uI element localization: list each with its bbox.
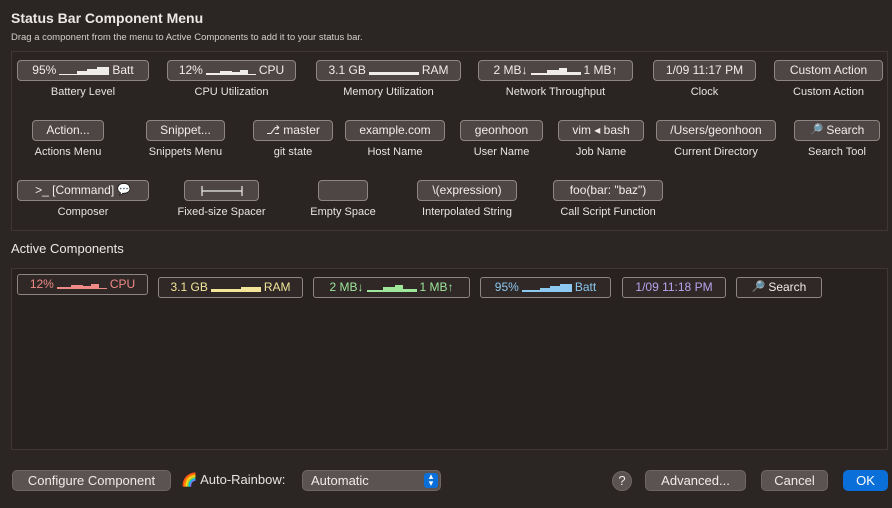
sparkline-icon [521, 284, 572, 292]
memory-utilization-component[interactable]: 3.1 GB RAM [316, 60, 461, 81]
search-icon: 🔎 [809, 124, 824, 136]
auto-rainbow-row: 🌈 Auto-Rainbow: [181, 472, 285, 488]
git-state-label: git state [273, 146, 313, 158]
search-icon: 🔎 [751, 281, 766, 293]
snippets-menu-label: Snippets Menu [148, 146, 223, 158]
memory-suffix: RAM [421, 63, 449, 77]
job-name-component[interactable]: vim ◂ bash [558, 120, 644, 141]
active-network-down: 2 MB↓ [329, 280, 364, 294]
auto-rainbow-label: Auto-Rainbow: [200, 472, 286, 487]
git-state-component[interactable]: ⎇ master [253, 120, 333, 141]
job-name-label: Job Name [575, 146, 627, 158]
empty-space-label: Empty Space [310, 206, 376, 218]
active-battery-component[interactable]: 95% Batt [480, 277, 611, 298]
sparkline-icon [530, 68, 581, 75]
actions-menu-label: Actions Menu [34, 146, 102, 158]
spacer-width-icon [200, 185, 243, 196]
cpu-utilization-component[interactable]: 12% CPU [167, 60, 296, 81]
active-cpu-suffix: CPU [109, 277, 136, 291]
memory-utilization-label: Memory Utilization [343, 86, 434, 98]
auto-rainbow-value: Automatic [311, 473, 369, 488]
battery-suffix: Batt [112, 63, 134, 77]
active-cpu-component[interactable]: 12% CPU [17, 274, 148, 295]
rainbow-icon: 🌈 [181, 472, 198, 487]
call-script-function-component[interactable]: foo(bar: "baz") [553, 180, 663, 201]
interpolated-string-component[interactable]: \(expression) [417, 180, 517, 201]
custom-action-label: Custom Action [793, 86, 864, 98]
battery-percent: 95% [32, 63, 57, 77]
composer-component[interactable]: >_ [Command] 💬 [17, 180, 149, 201]
sparkline-icon [368, 72, 419, 75]
cpu-percent: 12% [178, 63, 203, 77]
active-battery-suffix: Batt [574, 280, 597, 294]
fixed-size-spacer-component[interactable] [184, 180, 259, 201]
sparkline-icon [59, 67, 110, 75]
ok-button[interactable]: OK [843, 470, 888, 491]
active-cpu-percent: 12% [29, 277, 54, 291]
network-throughput-label: Network Throughput [505, 86, 606, 98]
active-memory-suffix: RAM [263, 280, 291, 294]
clock-label: Clock [690, 86, 719, 98]
network-down: 2 MB↓ [493, 63, 528, 77]
network-up: 1 MB↑ [583, 63, 618, 77]
cancel-button[interactable]: Cancel [761, 470, 828, 491]
battery-level-label: Battery Level [50, 86, 116, 98]
snippets-menu-component[interactable]: Snippet... [146, 120, 225, 141]
dialog-title: Status Bar Component Menu [11, 10, 204, 26]
interpolated-string-label: Interpolated String [422, 206, 512, 218]
composer-text: >_ [Command] [35, 183, 115, 197]
active-components-title: Active Components [11, 241, 124, 256]
active-memory-component[interactable]: 3.1 GB RAM [158, 277, 303, 298]
cpu-utilization-label: CPU Utilization [194, 86, 269, 98]
memory-value: 3.1 GB [328, 63, 366, 77]
host-name-label: Host Name [367, 146, 423, 158]
current-directory-component[interactable]: /Users/geonhoon [656, 120, 776, 141]
cpu-suffix: CPU [258, 63, 285, 77]
host-name-component[interactable]: example.com [345, 120, 445, 141]
chevron-up-down-icon: ▴ ▾ [424, 472, 438, 488]
composer-label: Composer [57, 206, 109, 218]
user-name-label: User Name [473, 146, 530, 158]
search-tool-component[interactable]: 🔎 Search [794, 120, 880, 141]
advanced-button[interactable]: Advanced... [645, 470, 746, 491]
search-tool-text: Search [826, 123, 865, 137]
speech-bubble-icon: 💬 [117, 184, 131, 196]
sparkline-icon [366, 285, 417, 292]
sparkline-icon [205, 70, 256, 75]
call-script-function-label: Call Script Function [560, 206, 656, 218]
active-search-text: Search [768, 280, 807, 294]
auto-rainbow-select[interactable]: Automatic ▴ ▾ [302, 470, 441, 491]
actions-menu-component[interactable]: Action... [32, 120, 104, 141]
configure-component-button[interactable]: Configure Component [12, 470, 171, 491]
battery-level-component[interactable]: 95% Batt [17, 60, 149, 81]
active-clock-component[interactable]: 1/09 11:18 PM [622, 277, 726, 298]
sparkline-icon [210, 287, 261, 292]
user-name-component[interactable]: geonhoon [460, 120, 543, 141]
help-button[interactable]: ? [612, 471, 632, 491]
custom-action-component[interactable]: Custom Action [774, 60, 883, 81]
clock-component[interactable]: 1/09 11:17 PM [653, 60, 756, 81]
fixed-size-spacer-label: Fixed-size Spacer [177, 206, 266, 218]
active-network-up: 1 MB↑ [419, 280, 454, 294]
active-network-component[interactable]: 2 MB↓ 1 MB↑ [313, 277, 470, 298]
active-memory-value: 3.1 GB [170, 280, 208, 294]
empty-space-component[interactable] [318, 180, 368, 201]
current-directory-label: Current Directory [674, 146, 758, 158]
network-throughput-component[interactable]: 2 MB↓ 1 MB↑ [478, 60, 633, 81]
active-battery-percent: 95% [494, 280, 519, 294]
sparkline-icon [56, 284, 107, 289]
search-tool-label: Search Tool [808, 146, 866, 158]
active-search-component[interactable]: 🔎 Search [736, 277, 822, 298]
dialog-subtitle: Drag a component from the menu to Active… [11, 32, 363, 43]
